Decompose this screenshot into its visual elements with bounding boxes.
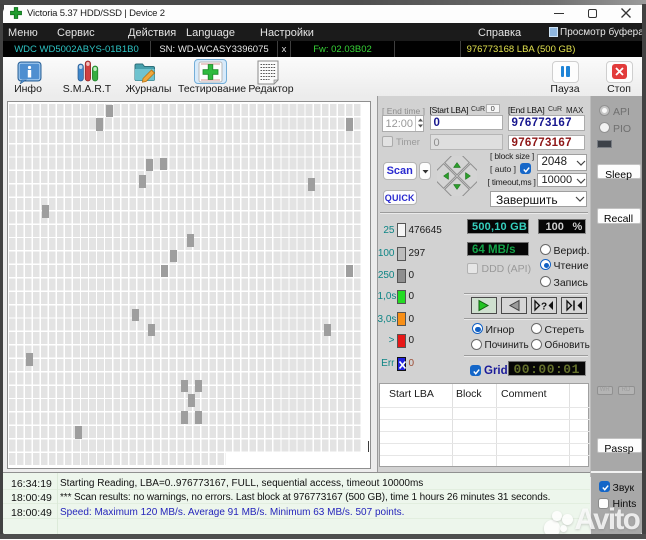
svg-text:?: ?: [541, 302, 547, 313]
